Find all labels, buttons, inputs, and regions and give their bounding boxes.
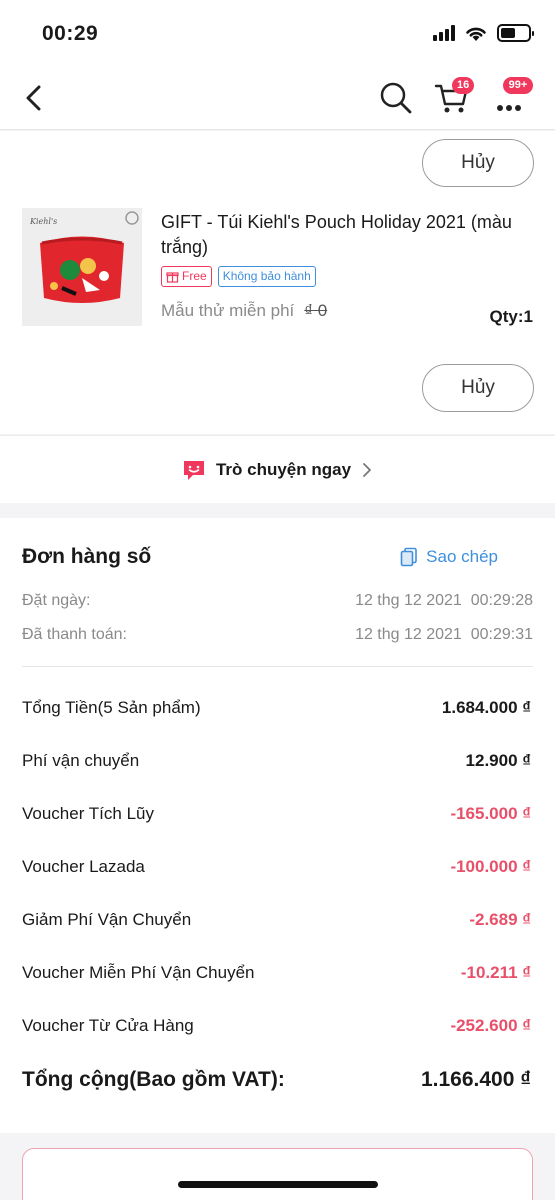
order-paid-row: Đã thanh toán: 12 thg 12 2021 00:29:31 [22, 626, 533, 644]
order-paid-label: Đã thanh toán: [22, 626, 127, 643]
back-button[interactable] [18, 82, 50, 114]
gift-icon [166, 272, 179, 283]
chat-now-button[interactable]: Trò chuyện ngay [0, 435, 555, 503]
search-icon[interactable] [378, 80, 414, 116]
chevron-right-icon [363, 462, 371, 477]
summary-row: Giảm Phí Vận Chuyển -2.689 ₫ [22, 910, 531, 930]
summary-row: Voucher Từ Cửa Hàng -252.600 ₫ [22, 1016, 531, 1036]
product-card: Hủy Kiehl's GIFT - Túi Kiehl's Pouch Hol… [0, 131, 555, 434]
nav-bar: 16 99+ [0, 68, 555, 130]
brand-logo-text: Kiehl's [29, 217, 57, 226]
summary-row: Voucher Lazada -100.000 ₫ [22, 857, 531, 877]
summary-value: 12.900 ₫ [465, 751, 531, 770]
copy-button[interactable]: Sao chép [400, 547, 498, 567]
summary-label: Voucher Tích Lũy [22, 804, 154, 823]
copy-icon [400, 547, 417, 567]
qty-label: Qty: [489, 307, 524, 326]
sample-row: Mẫu thử miễn phí ₫ 0 [161, 301, 327, 321]
bottom-action-card[interactable] [22, 1148, 533, 1200]
summary-value: -10.211 ₫ [460, 963, 531, 982]
qty-value: 1 [523, 307, 533, 326]
copy-label: Sao chép [426, 547, 498, 566]
quantity: Qty:1 [490, 307, 533, 327]
cart-badge: 16 [452, 77, 475, 94]
summary-label: Tổng Tiền(5 Sản phẩm) [22, 698, 201, 717]
order-summary: Đơn hàng số Sao chép Đặt ngày: 12 thg 12… [0, 518, 555, 1133]
total-value: 1.166.400 ₫ [420, 1068, 531, 1091]
summary-label: Giảm Phí Vận Chuyển [22, 910, 192, 929]
total-row: Tổng cộng(Bao gồm VAT): 1.166.400 ₫ [22, 1068, 531, 1092]
product-title[interactable]: GIFT - Túi Kiehl's Pouch Holiday 2021 (m… [161, 210, 531, 260]
sample-label: Mẫu thử miễn phí [161, 301, 295, 320]
product-tags: Free Không bảo hành [161, 266, 316, 287]
summary-value: -165.000 ₫ [450, 804, 531, 823]
order-placed-row: Đặt ngày: 12 thg 12 2021 00:29:28 [22, 592, 533, 610]
summary-value: 1.684.000 ₫ [441, 698, 531, 717]
back-icon [26, 85, 41, 111]
cancel-item-button[interactable]: Hủy [422, 364, 534, 412]
summary-label: Voucher Lazada [22, 857, 145, 876]
summary-label: Phí vận chuyển [22, 751, 140, 770]
order-placed-value: 12 thg 12 2021 00:29:28 [355, 592, 533, 609]
summary-row: Phí vận chuyển 12.900 ₫ [22, 751, 531, 771]
status-icons [433, 24, 534, 42]
summary-label: Voucher Từ Cửa Hàng [22, 1016, 194, 1035]
product-image[interactable]: Kiehl's [22, 208, 142, 326]
free-tag-label: Free [182, 269, 207, 283]
order-placed-label: Đặt ngày: [22, 592, 91, 609]
chat-now-label: Trò chuyện ngay [215, 459, 352, 479]
battery-icon [497, 24, 534, 42]
summary-row: Voucher Tích Lũy -165.000 ₫ [22, 804, 531, 824]
summary-value: -100.000 ₫ [450, 857, 531, 876]
free-tag: Free [161, 266, 212, 287]
home-indicator [178, 1181, 378, 1188]
warranty-tag: Không bảo hành [217, 266, 316, 287]
summary-row: Voucher Miễn Phí Vận Chuyển -10.211 ₫ [22, 963, 531, 983]
summary-row: Tổng Tiền(5 Sản phẩm) 1.684.000 ₫ [22, 698, 531, 718]
sample-price: ₫ 0 [304, 301, 328, 320]
chat-icon [183, 460, 204, 480]
pouch-image: Kiehl's [22, 208, 142, 326]
order-number-title: Đơn hàng số [22, 545, 152, 568]
cancel-button[interactable]: Hủy [422, 139, 534, 187]
summary-value: -252.600 ₫ [450, 1016, 531, 1035]
battery-fill [501, 28, 515, 38]
signal-icon [433, 25, 455, 41]
order-paid-value: 12 thg 12 2021 00:29:31 [355, 626, 533, 643]
total-label: Tổng cộng(Bao gồm VAT): [22, 1068, 285, 1091]
summary-value: -2.689 ₫ [469, 910, 531, 929]
more-badge: 99+ [503, 77, 533, 94]
divider [22, 666, 533, 667]
wifi-icon [466, 27, 486, 41]
status-bar: 00:29 [0, 0, 555, 68]
status-time: 00:29 [42, 22, 99, 45]
summary-label: Voucher Miễn Phí Vận Chuyển [22, 963, 255, 982]
